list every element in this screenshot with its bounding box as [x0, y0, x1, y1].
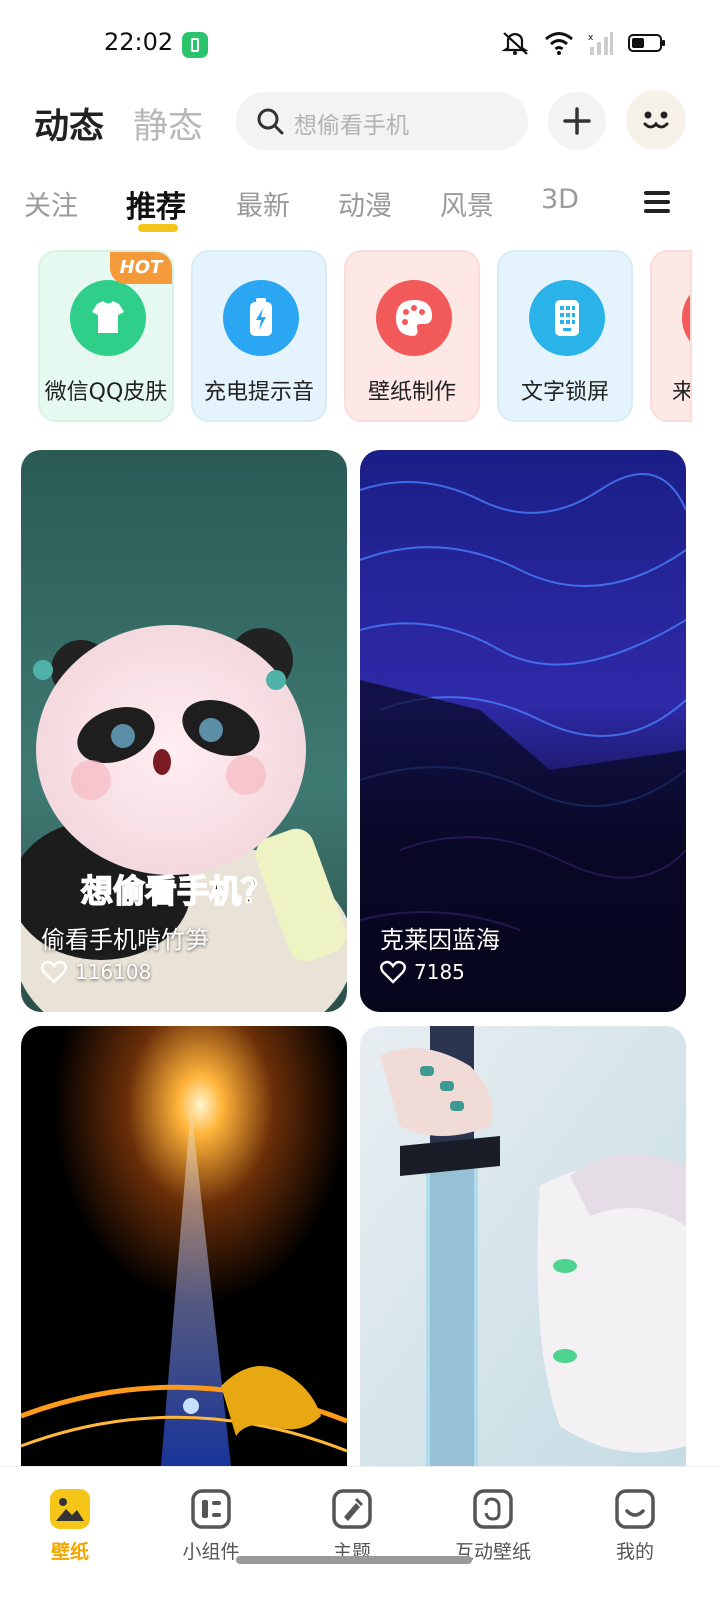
hot-badge: HOT — [110, 252, 172, 284]
signal-icon: x — [588, 32, 613, 55]
tab-static[interactable]: 静态 — [133, 98, 203, 149]
feature-label: 文字锁屏 — [520, 380, 609, 405]
home-indicator[interactable] — [236, 1556, 472, 1564]
menu-icon[interactable] — [644, 190, 670, 214]
nav-widget[interactable]: 小组件 — [141, 1467, 281, 1587]
nav-interactive-wallpaper[interactable]: 互动壁纸 — [423, 1467, 563, 1587]
battery-app-icon — [182, 32, 208, 58]
like-count: 7185 — [414, 960, 465, 984]
tab-latest[interactable]: 最新 — [236, 184, 290, 223]
feature-label: 充电提示音 — [203, 380, 314, 405]
tab-anime[interactable]: 动漫 — [338, 184, 392, 223]
status-icons: x — [500, 30, 665, 56]
add-button[interactable] — [548, 92, 606, 150]
wallpaper-title: 克莱因蓝海 — [380, 926, 500, 954]
nav-profile[interactable]: 我的 — [565, 1467, 705, 1587]
category-tabs: 关注 推荐 最新 动漫 风景 3D — [0, 184, 720, 230]
feature-text-lockscreen[interactable]: 文字锁屏 — [497, 250, 633, 422]
wallpaper-likes[interactable]: 116108 — [41, 960, 151, 984]
search-input[interactable]: 想偷看手机 — [236, 92, 528, 150]
tab-dynamic[interactable]: 动态 — [34, 98, 104, 149]
heart-icon — [380, 960, 406, 984]
nav-theme[interactable]: 主题 — [282, 1467, 422, 1587]
feature-partial[interactable]: 来 — [650, 250, 692, 422]
status-time: 22:02 — [104, 28, 174, 56]
smiley-face-icon — [643, 111, 669, 129]
wallpaper-card[interactable] — [21, 1026, 347, 1466]
heart-icon — [41, 960, 67, 984]
shirt-icon — [92, 301, 124, 333]
anime-sword-wallpaper-image — [360, 1026, 686, 1466]
interactive-wallpaper-icon — [473, 1489, 513, 1529]
feature-label: 壁纸制作 — [367, 380, 456, 405]
feature-label: 微信QQ皮肤 — [44, 380, 168, 405]
feature-wallpaper-maker[interactable]: 壁纸制作 — [344, 250, 480, 422]
like-count: 116108 — [75, 960, 152, 984]
wallpaper-title: 偷看手机啃竹笋 — [41, 926, 209, 954]
panda-overlay-text: 想偷看手机？ — [81, 872, 273, 910]
tab-follow[interactable]: 关注 — [24, 184, 78, 223]
feature-charging-sound[interactable]: 充电提示音 — [191, 250, 327, 422]
battery-charge-icon — [250, 298, 272, 336]
search-placeholder: 想偷看手机 — [294, 113, 409, 139]
tab-3d[interactable]: 3D — [541, 184, 579, 215]
svg-text:x: x — [588, 33, 594, 43]
status-bar: 22:02 x — [0, 0, 720, 88]
bottom-nav: 壁纸 小组件 主题 互动壁纸 我的 — [0, 1466, 720, 1601]
active-tab-indicator — [138, 224, 178, 232]
avatar[interactable] — [626, 90, 686, 150]
wallpaper-likes[interactable]: 7185 — [380, 960, 465, 984]
golden-dragon-wallpaper-image — [21, 1026, 347, 1466]
nav-label: 壁纸 — [50, 1541, 89, 1563]
theme-icon — [332, 1489, 372, 1529]
widget-icon — [191, 1489, 231, 1529]
search-icon — [257, 108, 284, 135]
wallpaper-card[interactable]: 克莱因蓝海 7185 — [360, 450, 686, 1012]
nav-wallpaper[interactable]: 壁纸 — [0, 1467, 140, 1587]
wallpaper-card[interactable] — [360, 1026, 686, 1466]
tab-scenery[interactable]: 风景 — [440, 184, 494, 223]
partial-icon — [682, 280, 690, 356]
wallpaper-icon — [50, 1489, 90, 1529]
palette-icon — [396, 300, 432, 336]
mute-icon — [501, 32, 529, 55]
tab-recommended[interactable]: 推荐 — [126, 182, 186, 226]
feature-wechat-qq-skin[interactable]: HOT 微信QQ皮肤 — [38, 250, 174, 422]
plus-icon — [563, 107, 591, 135]
wifi-icon — [545, 32, 573, 55]
wallpaper-card[interactable]: 想偷看手机？ 偷看手机啃竹笋 116108 — [21, 450, 347, 1012]
keypad-icon — [555, 300, 579, 336]
profile-icon — [615, 1489, 655, 1529]
nav-label: 我的 — [615, 1541, 654, 1563]
feature-label: 来 — [672, 380, 692, 405]
battery-icon — [628, 34, 665, 52]
